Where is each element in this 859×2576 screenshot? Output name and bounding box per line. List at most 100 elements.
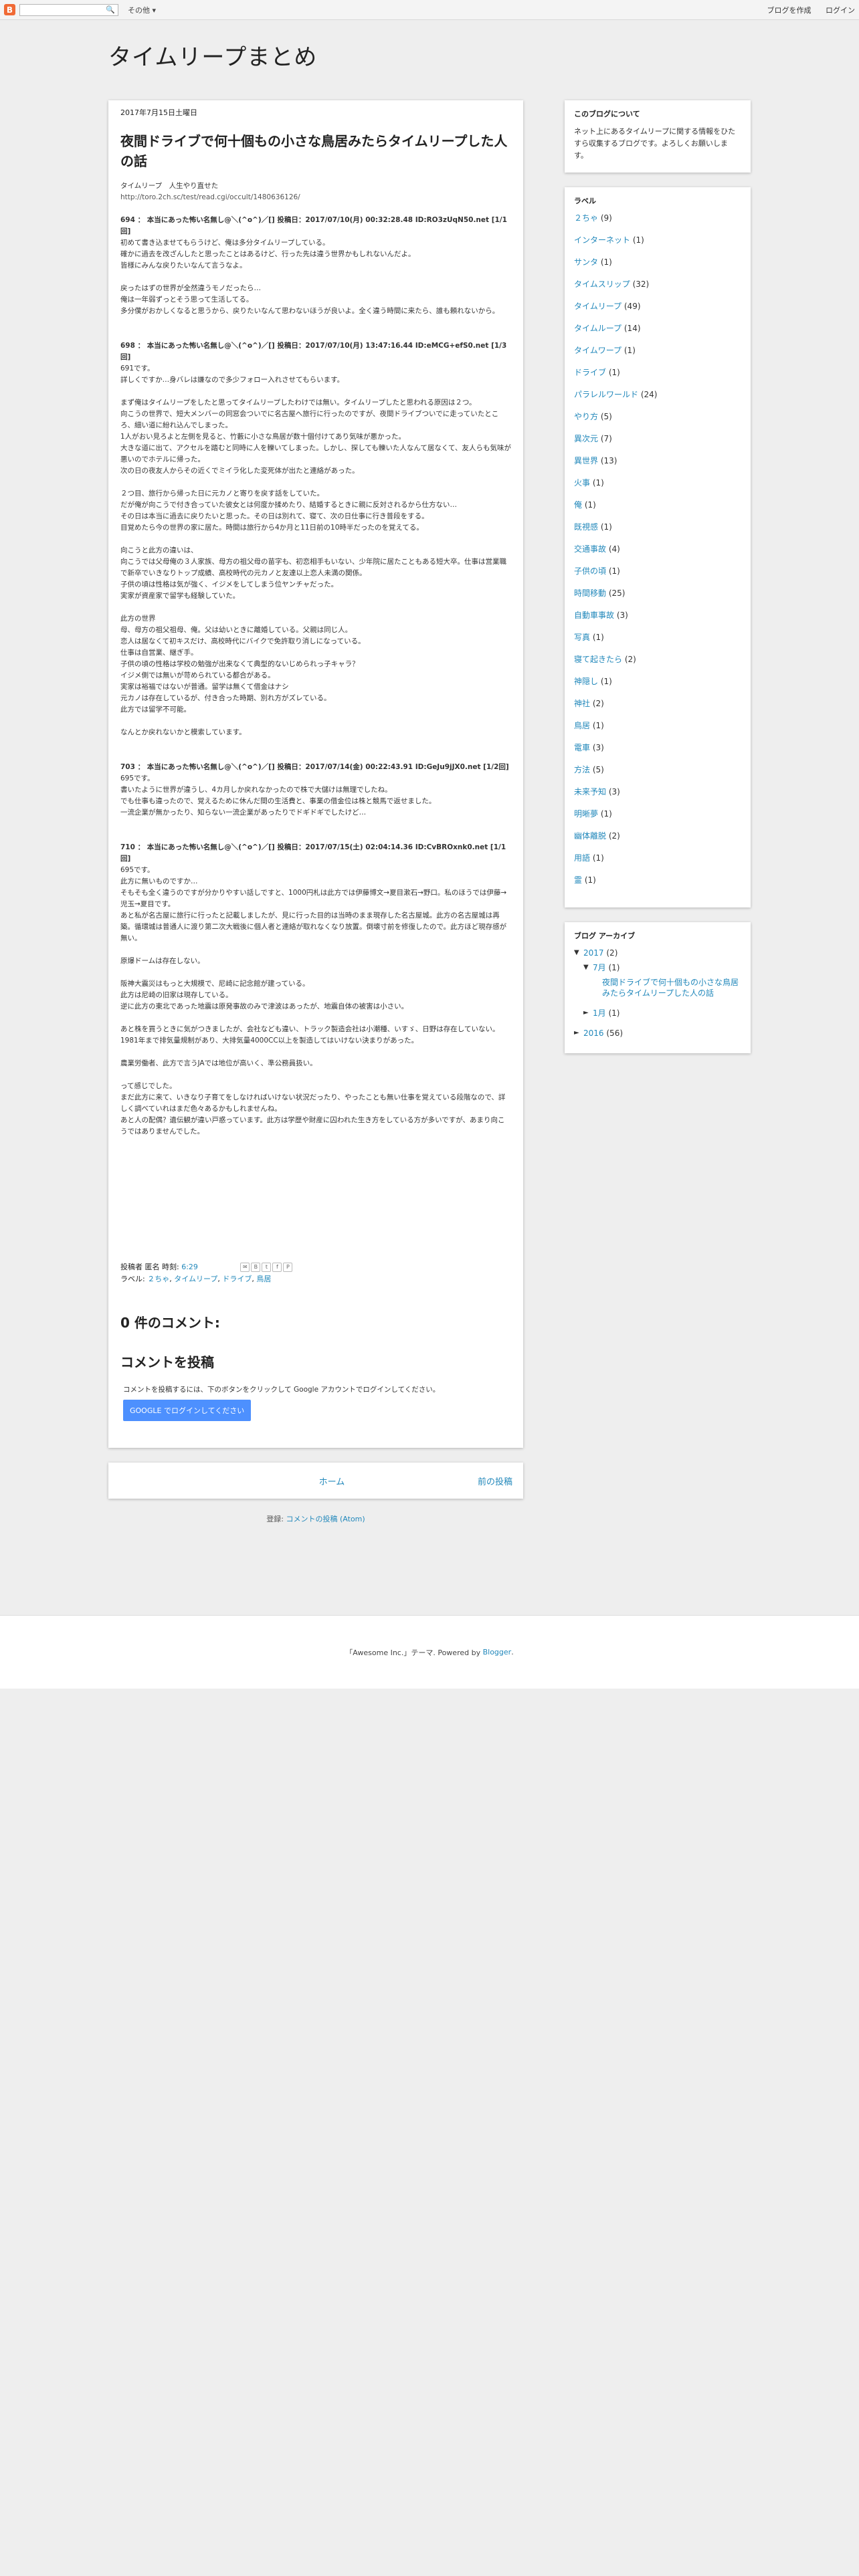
label-link[interactable]: 方法 (574, 765, 590, 774)
label-link[interactable]: 電車 (574, 743, 590, 752)
label-count: (49) (624, 302, 641, 311)
label-link[interactable]: 俺 (574, 500, 582, 510)
search-icon[interactable]: 🔍 (106, 5, 115, 14)
label-link[interactable]: サンタ (574, 257, 598, 267)
collapse-toggle-icon[interactable]: ▼ (583, 962, 593, 973)
label-link[interactable]: タイムリープ (574, 302, 622, 311)
label-link[interactable]: 未来予知 (574, 787, 606, 796)
label-link[interactable]: 神社 (574, 699, 590, 708)
archive-year-link[interactable]: 2016 (583, 1028, 604, 1039)
archive-month-link[interactable]: 7月 (593, 962, 606, 973)
login-link[interactable]: ログイン (826, 6, 855, 15)
post-line: 子供の頃は性格は気が強く、イジメをしてしまう位ヤンチャだった。 (120, 580, 339, 588)
post-line: って感じでした。 (120, 1082, 177, 1090)
label-link[interactable]: 子供の頃 (574, 566, 606, 576)
label-item: 子供の頃 (1) (574, 566, 741, 576)
blogger-logo-icon[interactable]: B (4, 4, 15, 15)
post-line: 此方の世界 (120, 615, 156, 623)
label-link[interactable]: 自動車事故 (574, 611, 614, 620)
label-count: (1) (632, 235, 644, 245)
expand-toggle-icon[interactable]: ► (583, 1008, 593, 1018)
archive-year-2017: ▼ 2017 (2) (574, 948, 741, 958)
label-count: (3) (592, 743, 604, 752)
label-link[interactable]: 明晰夢 (574, 809, 598, 819)
home-link[interactable]: ホーム (119, 1475, 478, 1487)
label-link[interactable]: ドライブ (574, 368, 606, 377)
pinterest-share-icon[interactable]: P (283, 1263, 293, 1272)
label-link[interactable]: タイムスリップ (574, 280, 630, 289)
archive-year-link[interactable]: 2017 (583, 948, 604, 958)
label-link[interactable]: 寝て起きたら (574, 655, 622, 664)
comments-atom-link[interactable]: コメントの投稿 (Atom) (286, 1515, 365, 1523)
email-share-icon[interactable]: ✉ (240, 1263, 250, 1272)
archive-year-2016: ► 2016 (56) (574, 1028, 741, 1039)
post-paragraph: 戻ったはずの世界が全然違うモノだったら… 俺は一年弱ずっとそう思って生活してる。多… (120, 283, 511, 317)
archive-count: (1) (608, 1008, 620, 1018)
label-count: (2) (592, 699, 604, 708)
blogthis-share-icon[interactable]: B (251, 1263, 261, 1272)
archive-post-link[interactable]: 夜間ドライブで何十個もの小さな鳥居みたらタイムリープした人の話 (593, 977, 741, 998)
post-line: 695です。 (120, 774, 155, 782)
label-link[interactable]: インターネット (574, 235, 630, 245)
post-line: 実家が資産家で留学も経験していた。 (120, 592, 240, 600)
post-label-link[interactable]: 鳥居 (256, 1275, 271, 1283)
post-labels: ラベル: ２ちゃ, タイムリープ, ドライブ, 鳥居 (120, 1275, 272, 1283)
post-footer: 投稿者 匿名 時刻: 6:29 ✉ B t f P ラベル: ２ちゃ, タイムリ… (120, 1261, 511, 1285)
label-item: タイムスリップ (32) (574, 279, 741, 290)
label-link[interactable]: 用語 (574, 853, 590, 863)
archive-count: (2) (606, 948, 618, 958)
blogger-link[interactable]: Blogger (483, 1648, 512, 1656)
post-time-link[interactable]: 6:29 (181, 1263, 198, 1271)
label-link[interactable]: 火事 (574, 478, 590, 488)
about-title: このブログについて (574, 110, 640, 118)
blog-pager: ホーム 前の投稿 (108, 1463, 523, 1499)
post-line: 母、母方の祖父祖母、俺。父は幼いときに離婚している。父親は同じ人。 (120, 626, 353, 634)
label-link[interactable]: やり方 (574, 412, 598, 421)
older-post-link[interactable]: 前の投稿 (478, 1475, 512, 1487)
subscribe-label: 登録: (266, 1515, 284, 1523)
facebook-share-icon[interactable]: f (272, 1263, 282, 1272)
label-link[interactable]: 霊 (574, 875, 582, 885)
post-label-link[interactable]: ２ちゃ (147, 1275, 169, 1283)
label-link[interactable]: 交通事故 (574, 544, 606, 554)
source-link[interactable]: http://toro.2ch.sc/test/read.cgi/occult/… (120, 193, 300, 201)
google-signin-button[interactable]: GOOGLE でログインしてください (123, 1400, 252, 1421)
post-label-link[interactable]: ドライブ (222, 1275, 252, 1283)
label-link[interactable]: 異世界 (574, 456, 598, 465)
label-link[interactable]: 異次元 (574, 434, 598, 443)
post-line: 多分僕がおかしくなると思うから、戻りたいなんて思わないほうが良いよ。全く違う時間… (120, 307, 500, 315)
theme-credit: 「Awesome Inc.」テーマ. Powered by (345, 1648, 481, 1657)
post-paragraph: 初めて書き込ませてもらうけど、俺は多分タイムリープしている。 確かに過去を改ざんし… (120, 237, 511, 272)
post-response-header: 698 ： 本当にあった怖い名無し@＼(^o^)／[] 投稿日：2017/07/… (120, 342, 507, 361)
expand-toggle-icon[interactable]: ► (574, 1028, 583, 1039)
navbar-search-input[interactable]: 🔍 (19, 3, 118, 16)
about-text: ネット上にあるタイムリープに関する情報をひたすら収集するブログです。よろしくお願… (574, 127, 736, 160)
post-line: なんとか戻れないかと模索しています。 (120, 728, 246, 736)
label-link[interactable]: パラレルワールド (574, 390, 638, 399)
post-body: タイムリープ 人生やり直せた http://toro.2ch.sc/test/r… (120, 181, 511, 1161)
label-link[interactable]: ２ちゃ (574, 213, 598, 223)
label-link[interactable]: 幽体離脱 (574, 831, 606, 841)
post-line: 向こうの世界で、短大メンバーの同窓会ついでに名古屋へ旅行に行ったのですが、夜間ド… (120, 410, 499, 429)
archive-month-link[interactable]: 1月 (593, 1008, 606, 1018)
label-link[interactable]: 時間移動 (574, 588, 606, 598)
label-link[interactable]: 神隠し (574, 677, 598, 686)
label-link[interactable]: 既視感 (574, 522, 598, 532)
post-line: 向こうと此方の違いは、 (120, 546, 198, 554)
collapse-toggle-icon[interactable]: ▼ (574, 948, 583, 958)
share-buttons: ✉ B t f P (240, 1263, 293, 1272)
label-link[interactable]: 写真 (574, 633, 590, 642)
label-link[interactable]: タイムループ (574, 324, 622, 333)
label-count: (1) (600, 677, 612, 686)
blog-title[interactable]: タイムリープまとめ (108, 39, 751, 72)
post-line: 691です。 (120, 364, 155, 372)
label-link[interactable]: 鳥居 (574, 721, 590, 730)
navbar-more-menu[interactable]: その他 ▾ (128, 5, 156, 15)
post-line: でも仕事も違ったので、覚えるために休んだ間の生活費と、事業の借金位は株と競馬で返… (120, 797, 436, 805)
label-item: タイムループ (14) (574, 323, 741, 334)
label-link[interactable]: タイムワープ (574, 346, 622, 355)
post-label-link[interactable]: タイムリープ (174, 1275, 217, 1283)
create-blog-link[interactable]: ブログを作成 (767, 6, 812, 15)
labels-prefix: ラベル: (120, 1275, 145, 1283)
twitter-share-icon[interactable]: t (262, 1263, 272, 1272)
